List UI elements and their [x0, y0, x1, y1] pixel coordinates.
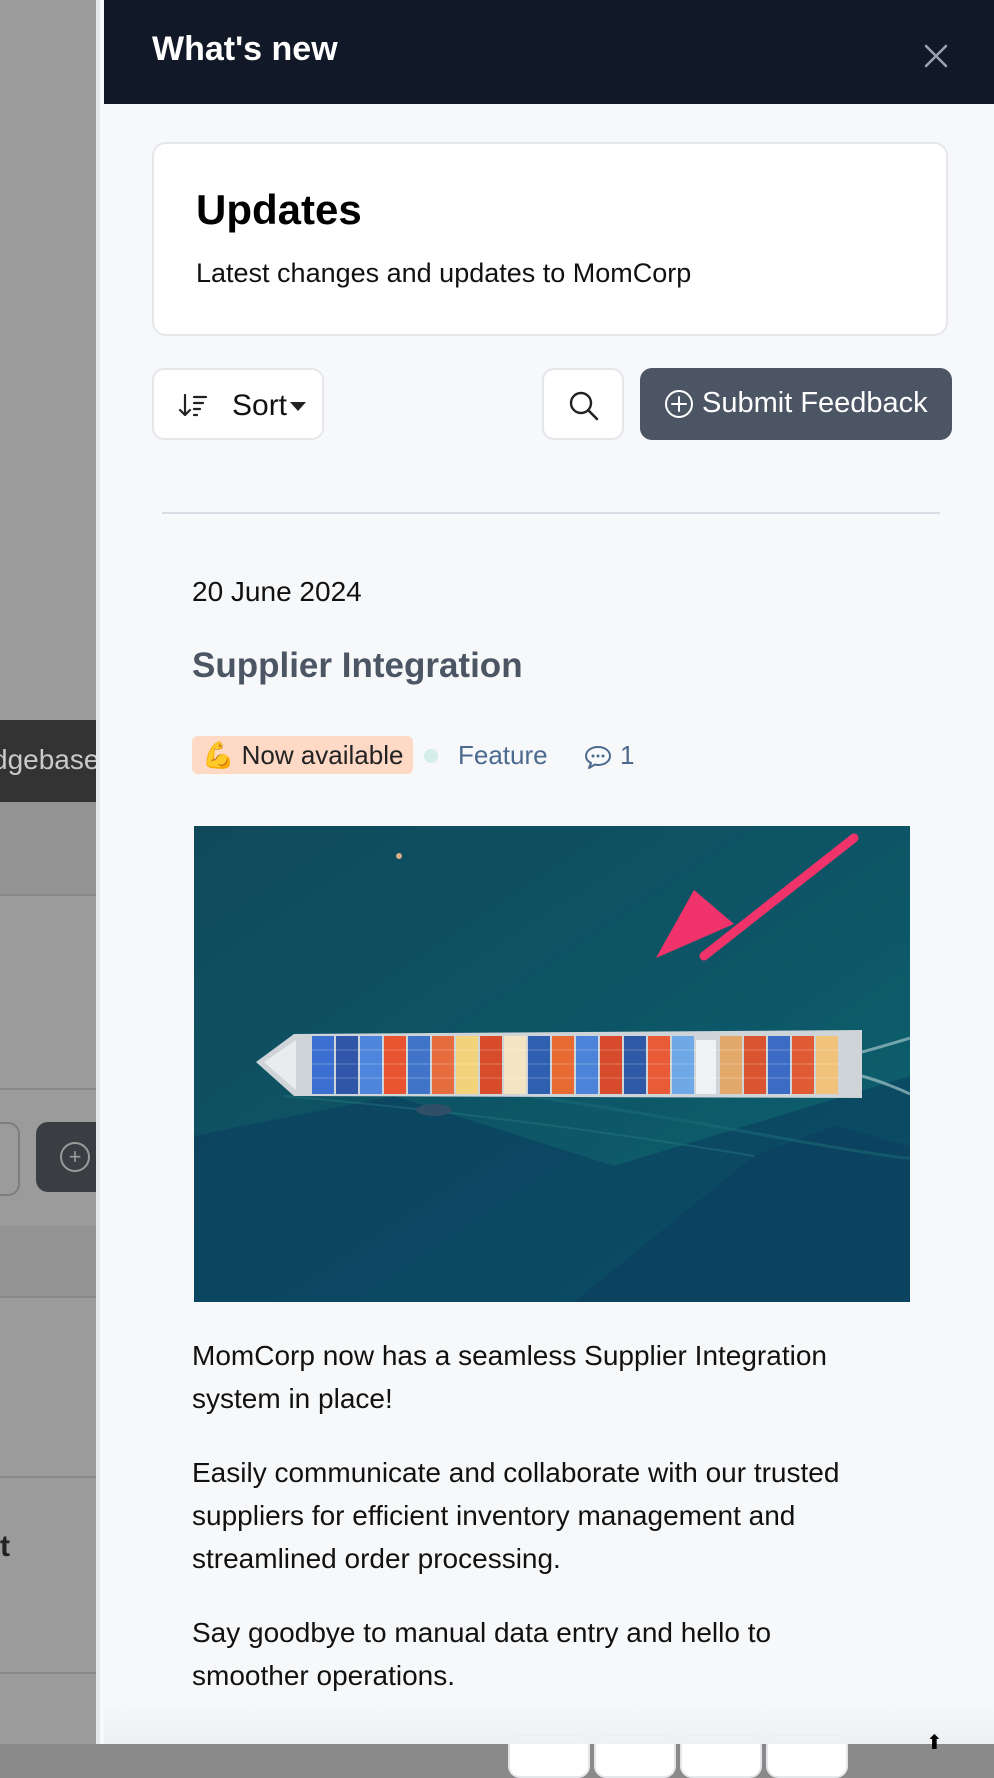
- post-paragraph: Say goodbye to manual data entry and hel…: [192, 1617, 772, 1691]
- updates-heading: Updates: [196, 186, 362, 233]
- scroll-up-icon[interactable]: ⬆: [926, 1730, 943, 1755]
- background-input: [0, 1122, 20, 1196]
- post-title[interactable]: Supplier Integration: [192, 646, 523, 686]
- comment-icon: [585, 746, 611, 769]
- post-date: 20 June 2024: [192, 576, 362, 607]
- background-divider: [0, 1296, 100, 1298]
- search-icon: [569, 391, 599, 421]
- close-icon: [924, 44, 948, 68]
- sort-icon: [178, 393, 208, 417]
- background-nav-bar: dgebase: [0, 720, 100, 802]
- post-paragraph: Easily communicate and collaborate with …: [192, 1457, 840, 1574]
- background-button: +: [36, 1122, 100, 1192]
- background-divider: [0, 1672, 100, 1674]
- background-divider: [0, 1088, 100, 1090]
- post-body: MomCorp now has a seamless Supplier Inte…: [192, 1334, 892, 1728]
- search-button[interactable]: [542, 368, 624, 440]
- whats-new-panel: What's new Updates Latest changes and up…: [96, 0, 994, 1778]
- category-dot: [424, 749, 438, 763]
- submit-feedback-label: Submit Feedback: [702, 387, 928, 419]
- background-divider: [0, 894, 100, 896]
- background-row: [0, 802, 100, 894]
- sort-button[interactable]: Sort: [152, 368, 324, 440]
- post-paragraph: MomCorp now has a seamless Supplier Inte…: [192, 1340, 827, 1414]
- divider: [162, 512, 940, 514]
- background-text: t: [0, 1530, 10, 1563]
- updates-description: Latest changes and updates to MomCorp: [196, 258, 692, 288]
- background-row: [0, 1226, 100, 1296]
- background-divider: [0, 1476, 100, 1478]
- category-label[interactable]: Feature: [458, 740, 548, 771]
- post-image: [194, 826, 910, 1302]
- comment-count: 1: [620, 740, 635, 770]
- sort-label: Sort: [232, 389, 288, 422]
- updates-card: Updates Latest changes and updates to Mo…: [152, 142, 948, 336]
- panel-header: What's new: [104, 0, 994, 104]
- background-page: dgebase + t: [0, 0, 100, 1744]
- chevron-down-icon: [290, 402, 306, 411]
- status-badge: 💪 Now available: [192, 736, 414, 774]
- close-button[interactable]: [922, 42, 950, 70]
- add-circle-icon: [665, 390, 693, 418]
- background-nav-text: dgebase: [0, 744, 100, 775]
- panel-title: What's new: [152, 30, 338, 68]
- scroll-fade: [104, 1704, 994, 1744]
- container-ship-image: [194, 826, 910, 1302]
- background-area: [0, 0, 100, 720]
- submit-feedback-button[interactable]: Submit Feedback: [640, 368, 952, 440]
